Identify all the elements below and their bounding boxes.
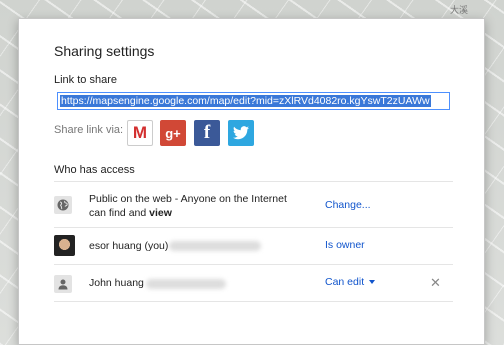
gmail-share-icon[interactable]: M: [127, 120, 153, 146]
share-link-input[interactable]: https://mapsengine.google.com/map/edit?m…: [57, 92, 450, 110]
link-to-share-label: Link to share: [54, 74, 117, 86]
share-link-text: https://mapsengine.google.com/map/edit?m…: [60, 95, 431, 107]
map-place-label: 大溪: [450, 5, 469, 15]
divider: [54, 227, 453, 228]
who-has-access-label: Who has access: [54, 164, 135, 176]
view-permission: view: [149, 207, 172, 219]
globe-icon: [54, 196, 72, 214]
permission-dropdown[interactable]: Can edit: [325, 276, 376, 288]
chevron-down-icon: [369, 280, 376, 285]
divider: [54, 181, 453, 182]
public-access-line2: can find and view: [89, 207, 172, 219]
blurred-email: [169, 241, 261, 251]
remove-user-close-icon[interactable]: ✕: [430, 275, 441, 291]
divider: [54, 264, 453, 265]
share-link-via-label: Share link via:: [54, 124, 124, 136]
sharing-settings-dialog: Sharing settings Link to share https://m…: [18, 18, 485, 345]
editor-name: John huang: [89, 277, 144, 289]
public-access-text: Public on the web - Anyone on the Intern…: [89, 192, 287, 220]
permission-dropdown-label: Can edit: [325, 276, 365, 288]
person-icon: [54, 275, 72, 293]
divider: [54, 301, 453, 302]
public-access-line1: Public on the web - Anyone on the Intern…: [89, 193, 287, 205]
avatar: [54, 235, 75, 256]
dialog-title: Sharing settings: [54, 43, 155, 59]
blurred-email: [146, 279, 226, 289]
google-plus-share-icon[interactable]: g+: [160, 120, 186, 146]
owner-name: esor huang (you): [89, 240, 169, 252]
change-visibility-link[interactable]: Change...: [325, 199, 371, 211]
twitter-share-icon[interactable]: [228, 120, 254, 146]
twitter-bird-icon: [233, 126, 249, 140]
owner-role: Is owner: [325, 239, 365, 251]
facebook-share-icon[interactable]: f: [194, 120, 220, 146]
